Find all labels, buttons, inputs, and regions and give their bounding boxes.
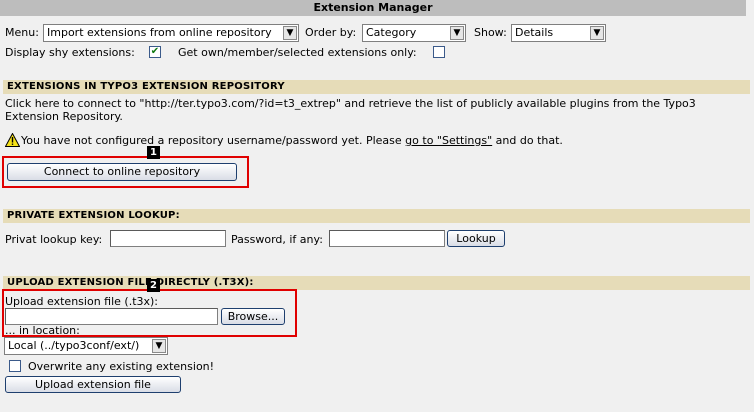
- chevron-down-icon: ▼: [283, 26, 297, 40]
- lookup-button[interactable]: Lookup: [447, 230, 505, 247]
- browse-button[interactable]: Browse...: [221, 308, 285, 325]
- repository-warning: You have not configured a repository use…: [21, 134, 563, 148]
- private-lookup-heading: PRIVATE EXTENSION LOOKUP:: [3, 209, 750, 223]
- warning-text-suffix: and do that.: [495, 134, 563, 147]
- lookup-password-label: Password, if any:: [231, 233, 323, 246]
- upload-extension-button[interactable]: Upload extension file: [5, 376, 181, 393]
- upload-file-input[interactable]: [5, 308, 218, 325]
- upload-section-heading: UPLOAD EXTENSION FILE DIRECTLY (.T3X):: [3, 276, 750, 290]
- overwrite-checkbox[interactable]: [9, 360, 21, 372]
- menu-label: Menu:: [5, 26, 39, 39]
- order-by-value: Category: [366, 26, 417, 39]
- get-own-checkbox[interactable]: [433, 46, 445, 58]
- get-own-label: Get own/member/selected extensions only:: [178, 46, 417, 59]
- order-by-select[interactable]: Category ▼: [362, 24, 466, 42]
- settings-link[interactable]: go to "Settings": [405, 134, 492, 147]
- upload-file-label: Upload extension file (.t3x):: [5, 295, 159, 308]
- location-value: Local (../typo3conf/ext/): [8, 339, 140, 352]
- overwrite-label: Overwrite any existing extension!: [28, 360, 215, 373]
- show-select[interactable]: Details ▼: [511, 24, 606, 42]
- display-shy-label: Display shy extensions:: [5, 46, 135, 59]
- order-by-label: Order by:: [305, 26, 357, 39]
- repository-section-heading: EXTENSIONS IN TYPO3 EXTENSION REPOSITORY: [3, 80, 750, 94]
- warning-icon: [4, 132, 21, 147]
- lookup-password-input[interactable]: [329, 230, 445, 247]
- menu-select[interactable]: Import extensions from online repository…: [43, 24, 299, 42]
- menu-select-value: Import extensions from online repository: [47, 26, 272, 39]
- location-select[interactable]: Local (../typo3conf/ext/) ▼: [4, 337, 168, 355]
- warning-text-prefix: You have not configured a repository use…: [21, 134, 402, 147]
- repository-description-line1: Click here to connect to "http://ter.typ…: [5, 97, 696, 110]
- show-value: Details: [515, 26, 554, 39]
- connect-repository-button[interactable]: Connect to online repository: [7, 163, 237, 181]
- location-label: ... in location:: [5, 324, 80, 337]
- repository-description-line2: Extension Repository.: [5, 110, 123, 123]
- chevron-down-icon: ▼: [152, 339, 166, 353]
- chevron-down-icon: ▼: [450, 26, 464, 40]
- window-title: Extension Manager: [0, 0, 746, 16]
- lookup-key-input[interactable]: [110, 230, 226, 247]
- chevron-down-icon: ▼: [590, 26, 604, 40]
- marker-1: 1: [147, 146, 160, 159]
- marker-2: 2: [147, 279, 160, 292]
- lookup-key-label: Privat lookup key:: [5, 233, 103, 246]
- show-label: Show:: [474, 26, 507, 39]
- display-shy-checkbox[interactable]: ✔: [149, 46, 161, 58]
